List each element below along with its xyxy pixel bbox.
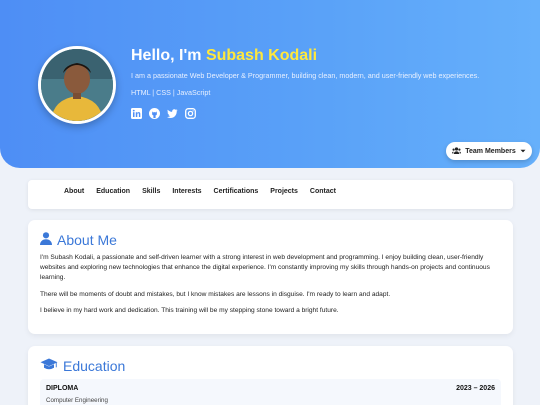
nav-item-about[interactable]: About — [64, 188, 84, 195]
twitter-icon[interactable] — [167, 106, 178, 118]
education-title: Education — [63, 358, 126, 374]
nav-item-projects[interactable]: Projects — [270, 188, 298, 195]
education-item: DIPLOMA Computer Engineering 2023 – 2026 — [40, 379, 501, 405]
instagram-icon[interactable] — [185, 106, 196, 119]
about-section: About Me I'm Subash Kodali, a passionate… — [28, 220, 513, 334]
nav-item-interests[interactable]: Interests — [172, 188, 201, 195]
social-links — [131, 106, 196, 119]
about-heading: About Me — [40, 232, 117, 248]
github-icon[interactable] — [149, 106, 160, 119]
team-members-label: Team Members — [465, 147, 516, 155]
education-years: 2023 – 2026 — [456, 385, 495, 392]
profile-photo — [41, 49, 113, 121]
avatar — [38, 46, 116, 124]
team-members-dropdown-button[interactable]: Team Members — [446, 142, 532, 160]
nav-item-skills[interactable]: Skills — [142, 188, 160, 195]
nav-item-contact[interactable]: Contact — [310, 188, 336, 195]
nav-item-certifications[interactable]: Certifications — [214, 188, 259, 195]
users-icon — [452, 146, 462, 156]
nav-item-education[interactable]: Education — [96, 188, 130, 195]
linkedin-icon[interactable] — [131, 106, 142, 119]
about-paragraph-1: I'm Subash Kodali, a passionate and self… — [40, 254, 490, 282]
education-heading: Education — [40, 358, 125, 374]
education-field: Computer Engineering — [46, 397, 108, 404]
hero-subtitle: I am a passionate Web Developer & Progra… — [131, 71, 480, 80]
graduation-cap-icon — [40, 358, 58, 374]
greeting-text: Hello, I'm — [131, 47, 202, 64]
education-section: Education DIPLOMA Computer Engineering 2… — [28, 346, 513, 405]
user-icon — [40, 232, 52, 248]
hero-heading: Hello, I'm Subash Kodali — [131, 47, 317, 65]
section-nav: About Education Skills Interests Certifi… — [28, 180, 513, 209]
hero-tech-stack: HTML | CSS | JavaScript — [131, 88, 211, 97]
about-paragraph-3: I believe in my hard work and dedication… — [40, 306, 339, 314]
about-title: About Me — [57, 232, 117, 248]
hero-banner: Hello, I'm Subash Kodali I am a passiona… — [0, 0, 540, 168]
caret-down-icon — [520, 148, 526, 155]
about-paragraph-2: There will be moments of doubt and mista… — [40, 290, 391, 298]
hero-name: Subash Kodali — [205, 47, 318, 64]
about-body: I'm Subash Kodali, a passionate and self… — [40, 253, 502, 322]
education-degree: DIPLOMA — [46, 385, 79, 392]
